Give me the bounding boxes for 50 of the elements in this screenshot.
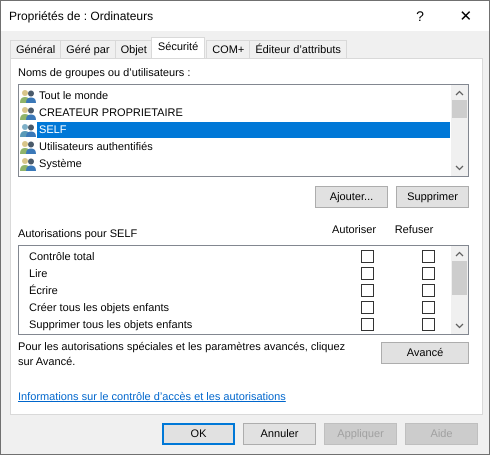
- permission-name: Supprimer tous les objets enfants: [29, 318, 194, 330]
- tab[interactable]: Général: [10, 40, 62, 58]
- deny-checkbox[interactable]: [422, 284, 435, 297]
- scroll-down-icon[interactable]: [455, 323, 464, 329]
- dialog-button[interactable]: Annuler: [243, 423, 316, 445]
- scroll-down-icon[interactable]: [455, 165, 464, 171]
- deny-checkbox[interactable]: [422, 250, 435, 263]
- section-label: Noms de groupes ou d’utilisateurs :: [18, 67, 192, 79]
- deny-checkbox[interactable]: [422, 267, 435, 280]
- permission-name: Contrôle total: [29, 250, 96, 262]
- allow-checkbox[interactable]: [361, 284, 374, 297]
- permission-name: Écrire: [29, 284, 59, 296]
- tab[interactable]: Sécurité: [150, 37, 206, 58]
- user-list-item[interactable]: Utilisateurs authentifiés: [20, 138, 450, 155]
- tab[interactable]: COM+: [206, 40, 250, 58]
- scroll-thumb[interactable]: [452, 261, 467, 295]
- deny-checkbox[interactable]: [422, 301, 435, 314]
- help-link[interactable]: Informations sur le contrôle d’accès et les autorisations: [18, 391, 286, 403]
- dialog-button[interactable]: OK: [162, 423, 235, 445]
- remove-button[interactable]: Supprimer: [396, 186, 469, 208]
- section-label: Autorisations pour SELF: [18, 228, 138, 240]
- user-list-item[interactable]: CREATEUR PROPRIETAIRE: [20, 104, 450, 121]
- permission-name: Lire: [29, 268, 48, 280]
- users-icon: [20, 88, 36, 102]
- allow-checkbox[interactable]: [361, 318, 374, 331]
- advanced-button[interactable]: Avancé: [381, 342, 469, 364]
- advanced-hint: Pour les autorisations spéciales et les paramètres avancés, cliquez sur Avancé.: [18, 340, 346, 370]
- user-list-item[interactable]: Système: [20, 155, 450, 172]
- scroll-thumb[interactable]: [452, 100, 467, 118]
- column-header: Refuser: [394, 224, 434, 236]
- column-header: Autoriser: [330, 224, 378, 236]
- tab[interactable]: Objet: [114, 40, 153, 58]
- permission-name: Créer tous les objets enfants: [29, 302, 170, 314]
- add-button[interactable]: Ajouter...: [315, 186, 388, 208]
- users-icon: [20, 156, 36, 170]
- scrollbar[interactable]: [451, 246, 468, 334]
- allow-checkbox[interactable]: [361, 301, 374, 314]
- scrollbar[interactable]: [451, 85, 468, 176]
- window-title: Propriétés de : Ordinateurs: [8, 9, 154, 23]
- allow-checkbox[interactable]: [361, 267, 374, 280]
- users-icon: [20, 106, 36, 120]
- allow-checkbox[interactable]: [361, 250, 374, 263]
- users-icon: [20, 140, 36, 154]
- scroll-up-icon[interactable]: [455, 90, 464, 96]
- deny-checkbox[interactable]: [422, 318, 435, 331]
- tab[interactable]: Éditeur d’attributs: [249, 40, 347, 58]
- scroll-up-icon[interactable]: [455, 251, 464, 257]
- user-list-item[interactable]: Tout le monde: [20, 87, 450, 104]
- tab[interactable]: Géré par: [60, 40, 116, 58]
- users-icon: [20, 122, 36, 136]
